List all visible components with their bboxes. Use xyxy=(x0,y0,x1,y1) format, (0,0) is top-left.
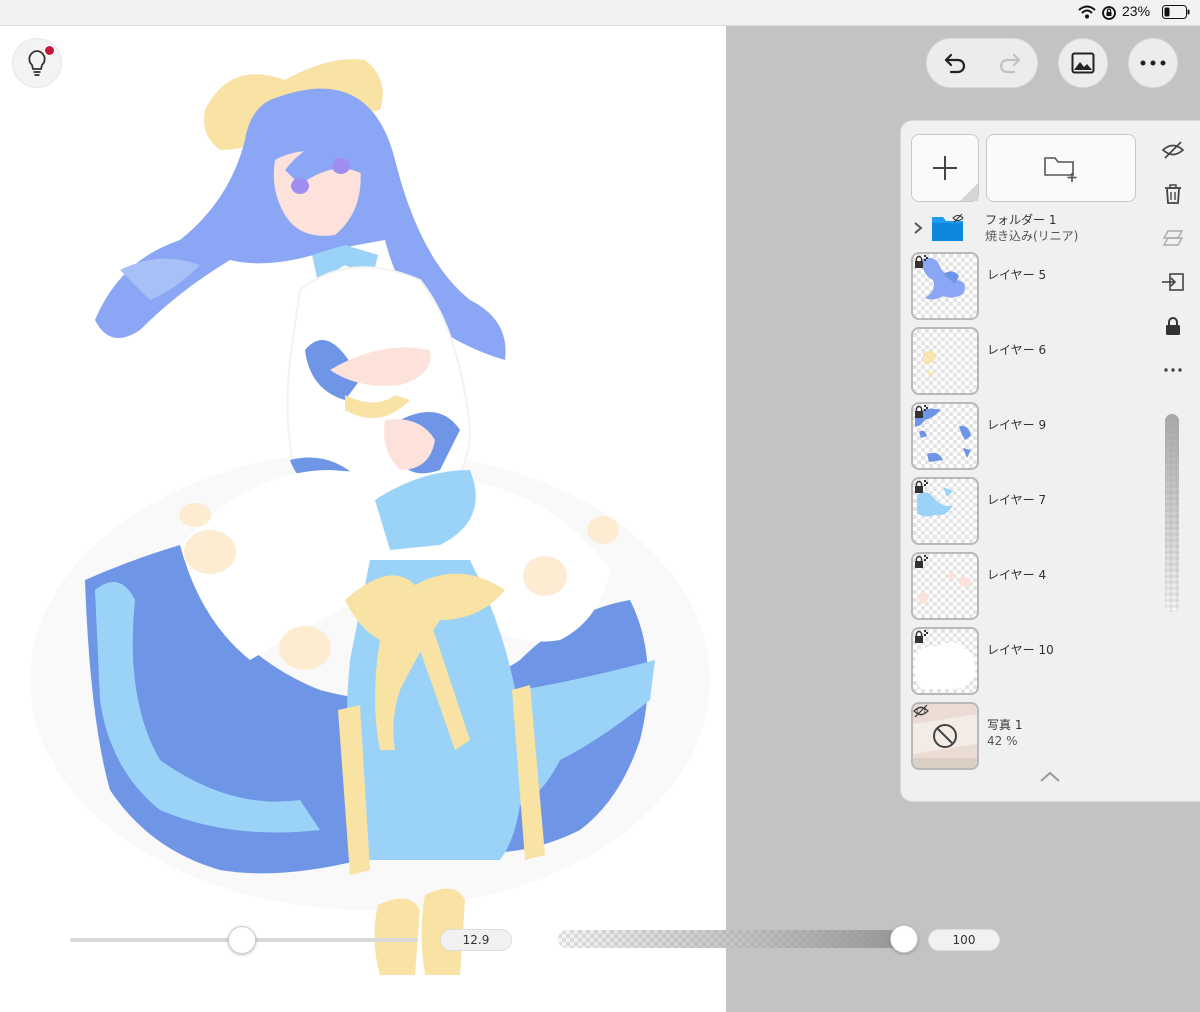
status-bar: 23% xyxy=(0,0,1200,26)
layer-opacity: 42 % xyxy=(987,734,1018,748)
redo-button[interactable] xyxy=(982,39,1037,87)
folder-name: フォルダー 1 xyxy=(985,213,1057,227)
hint-button[interactable] xyxy=(12,38,62,88)
layer-name: レイヤー 5 xyxy=(987,268,1047,282)
layer-thumbnail xyxy=(911,552,979,620)
add-layer-button[interactable] xyxy=(911,134,979,202)
gallery-button[interactable] xyxy=(1058,38,1108,88)
layer-row[interactable]: レイヤー 5 xyxy=(911,252,1143,322)
trash-icon xyxy=(1165,184,1181,204)
plus-icon xyxy=(933,156,957,180)
layer-row[interactable]: 写真 1 42 % xyxy=(911,702,1143,772)
folder-row[interactable]: フォルダー 1 焼き込み(リニア) xyxy=(911,209,1143,249)
layer-thumbnail xyxy=(911,402,979,470)
merge-icon xyxy=(1162,230,1184,246)
layer-name: レイヤー 6 xyxy=(987,343,1047,357)
chevron-right-icon[interactable] xyxy=(913,221,923,235)
merge-layer-button[interactable] xyxy=(1155,223,1191,253)
notification-dot xyxy=(44,45,55,56)
layer-row[interactable]: レイヤー 10 xyxy=(911,627,1143,697)
layer-name: レイヤー 9 xyxy=(987,418,1047,432)
lock-layer-button[interactable] xyxy=(1155,311,1191,341)
page-corner xyxy=(960,183,978,201)
add-folder-button[interactable] xyxy=(986,134,1136,202)
more-icon xyxy=(1164,368,1182,372)
layer-thumbnail xyxy=(911,327,979,395)
brush-opacity-slider[interactable] xyxy=(558,930,904,948)
folder-icon xyxy=(932,213,964,241)
layer-name: レイヤー 4 xyxy=(987,568,1047,582)
layer-name: レイヤー 10 xyxy=(987,643,1054,657)
brush-size-value[interactable]: 12.9 xyxy=(440,929,512,951)
new-folder-icon xyxy=(1044,157,1077,182)
hide-layer-button[interactable] xyxy=(1155,135,1191,165)
lock-icon xyxy=(1166,317,1180,335)
layer-name: レイヤー 7 xyxy=(987,493,1047,507)
layer-thumbnail xyxy=(911,477,979,545)
drawing-canvas[interactable] xyxy=(0,26,726,1012)
hidden-eye-icon xyxy=(913,704,929,718)
layer-row[interactable]: レイヤー 9 xyxy=(911,402,1143,472)
brush-opacity-value[interactable]: 100 xyxy=(928,929,1000,951)
alpha-lock-icon xyxy=(915,405,928,418)
layer-thumbnail xyxy=(911,627,979,695)
layer-row[interactable]: レイヤー 4 xyxy=(911,552,1143,622)
layer-row[interactable]: レイヤー 7 xyxy=(911,477,1143,547)
layer-thumbnail xyxy=(911,252,979,320)
rotation-lock-icon xyxy=(1102,6,1116,20)
more-menu-button[interactable] xyxy=(1128,38,1178,88)
gallery-icon xyxy=(1071,52,1095,74)
layer-thumbnail xyxy=(911,702,979,770)
layer-more-button[interactable] xyxy=(1155,355,1191,385)
undo-redo-group xyxy=(926,38,1038,88)
move-icon xyxy=(1162,273,1184,291)
move-layer-button[interactable] xyxy=(1155,267,1191,297)
alpha-lock-icon xyxy=(915,255,928,268)
chevron-up-icon[interactable] xyxy=(1038,770,1062,784)
layer-row[interactable]: レイヤー 6 xyxy=(911,327,1143,397)
folder-blend-mode: 焼き込み(リニア) xyxy=(985,229,1079,243)
layer-opacity-scrollbar[interactable] xyxy=(1165,414,1179,612)
illustration xyxy=(30,59,710,975)
battery-percentage: 23% xyxy=(1122,3,1151,19)
more-icon xyxy=(1140,60,1166,66)
brush-size-handle[interactable] xyxy=(228,926,256,954)
layer-name: 写真 1 xyxy=(987,718,1023,732)
battery-icon xyxy=(1162,5,1190,19)
redo-icon xyxy=(999,53,1020,74)
undo-button[interactable] xyxy=(927,39,982,87)
alpha-lock-icon xyxy=(915,630,928,643)
wifi-icon xyxy=(1078,5,1096,19)
undo-icon xyxy=(944,53,965,74)
alpha-lock-icon xyxy=(915,555,928,568)
brush-opacity-handle[interactable] xyxy=(890,925,918,953)
hide-icon xyxy=(1162,141,1184,159)
alpha-lock-icon xyxy=(915,480,928,493)
delete-layer-button[interactable] xyxy=(1155,179,1191,209)
